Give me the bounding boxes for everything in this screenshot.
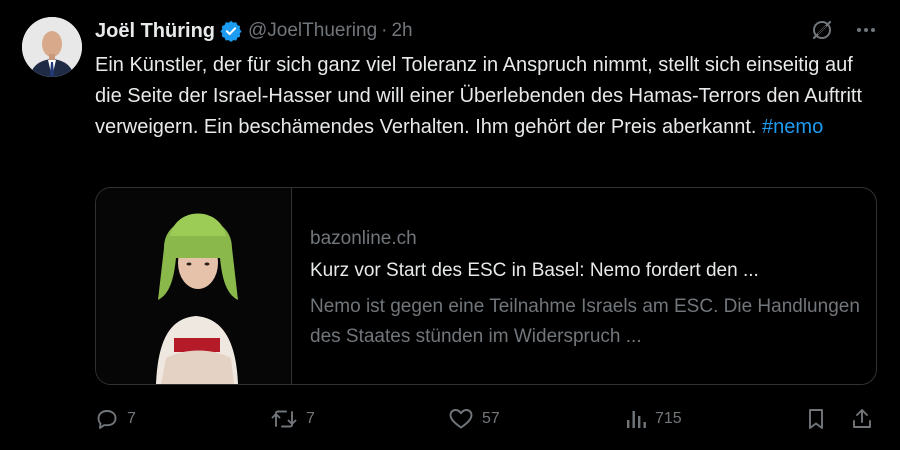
bookmark-button[interactable] (805, 402, 827, 436)
card-title[interactable]: Kurz vor Start des ESC in Basel: Nemo fo… (310, 260, 870, 286)
card-image[interactable] (96, 188, 292, 384)
link-preview-card[interactable]: bazonline.ch Kurz vor Start des ESC in B… (95, 187, 877, 385)
views-icon (625, 407, 647, 431)
card-domain: bazonline.ch (310, 228, 417, 249)
repost-count: 7 (306, 410, 315, 427)
repost-button[interactable]: 7 (270, 402, 315, 436)
grok-icon[interactable] (810, 18, 834, 42)
avatar[interactable] (22, 17, 82, 77)
tweet[interactable]: Joël Thüring @JoelThuering · 2h Ein Küns… (0, 0, 900, 450)
views-count: 715 (655, 410, 682, 427)
author-name[interactable]: Joël Thüring (95, 20, 215, 43)
like-button[interactable]: 57 (448, 402, 500, 436)
verified-badge-icon[interactable] (220, 20, 242, 42)
views-button[interactable]: 715 (625, 402, 682, 436)
like-count: 57 (482, 410, 500, 427)
reply-count: 7 (127, 410, 136, 427)
more-icon[interactable] (854, 18, 878, 42)
top-actions (810, 18, 878, 42)
card-description: Nemo ist gegen eine Teilnahme Israels am… (310, 296, 860, 347)
bookmark-icon (805, 407, 827, 431)
repost-icon (270, 407, 298, 431)
heart-icon (448, 407, 474, 431)
share-icon (850, 407, 874, 431)
reply-button[interactable]: 7 (95, 402, 136, 436)
tweet-text-main: Ein Künstler, der für sich ganz viel Tol… (95, 54, 863, 138)
action-bar: 7 7 57 715 (95, 402, 875, 436)
hashtag-link[interactable]: #nemo (762, 116, 823, 138)
author-handle[interactable]: @JoelThuering (248, 20, 377, 42)
share-button[interactable] (850, 402, 874, 436)
timestamp[interactable]: 2h (391, 20, 412, 42)
card-text: bazonline.ch Kurz vor Start des ESC in B… (292, 188, 870, 384)
separator-dot: · (381, 20, 388, 41)
tweet-text: Ein Künstler, der für sich ganz viel Tol… (95, 50, 885, 143)
tweet-header: Joël Thüring @JoelThuering · 2h (95, 18, 413, 44)
reply-icon (95, 407, 119, 431)
